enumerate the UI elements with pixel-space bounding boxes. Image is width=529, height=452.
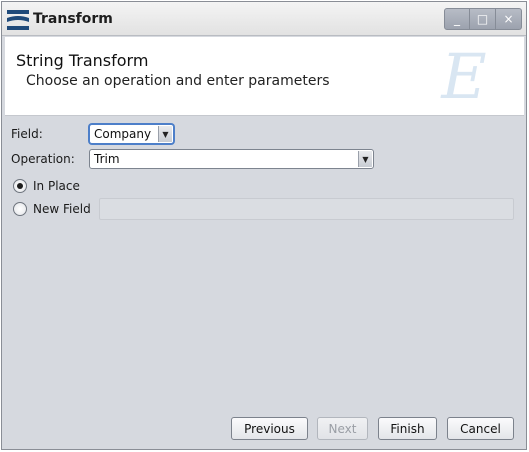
window-controls: _ □ × (444, 8, 522, 30)
previous-button[interactable]: Previous (231, 417, 308, 440)
app-logo-icon (7, 10, 29, 30)
script-e-logo-icon: E (441, 40, 487, 113)
operation-combo-value: Trim (94, 152, 120, 166)
maximize-button[interactable]: □ (470, 8, 496, 30)
new-field-radio[interactable] (13, 202, 27, 216)
field-combo-value: Company (94, 127, 152, 141)
new-field-input[interactable] (99, 198, 514, 220)
close-button[interactable]: × (496, 8, 522, 30)
operation-combo[interactable]: Trim ▼ (89, 149, 374, 169)
chevron-down-icon[interactable]: ▼ (358, 151, 372, 167)
chevron-down-icon[interactable]: ▼ (158, 126, 172, 142)
finish-button[interactable]: Finish (378, 417, 437, 440)
dialog-subtitle: Choose an operation and enter parameters (26, 73, 330, 89)
in-place-radio[interactable] (13, 179, 27, 193)
dialog-title: String Transform (16, 51, 149, 70)
new-field-label[interactable]: New Field (33, 202, 91, 216)
field-label: Field: (11, 127, 43, 141)
minimize-button[interactable]: _ (444, 8, 470, 30)
operation-label: Operation: (11, 152, 75, 166)
field-combo[interactable]: Company ▼ (89, 124, 174, 144)
title-bar[interactable]: Transform _ □ × (2, 2, 526, 36)
header-banner: String Transform Choose an operation and… (5, 37, 524, 116)
next-button[interactable]: Next (317, 417, 368, 440)
cancel-button[interactable]: Cancel (447, 417, 514, 440)
window-title: Transform (33, 11, 113, 27)
transform-dialog: Transform _ □ × String Transform Choose … (1, 1, 527, 450)
in-place-label[interactable]: In Place (33, 179, 80, 193)
